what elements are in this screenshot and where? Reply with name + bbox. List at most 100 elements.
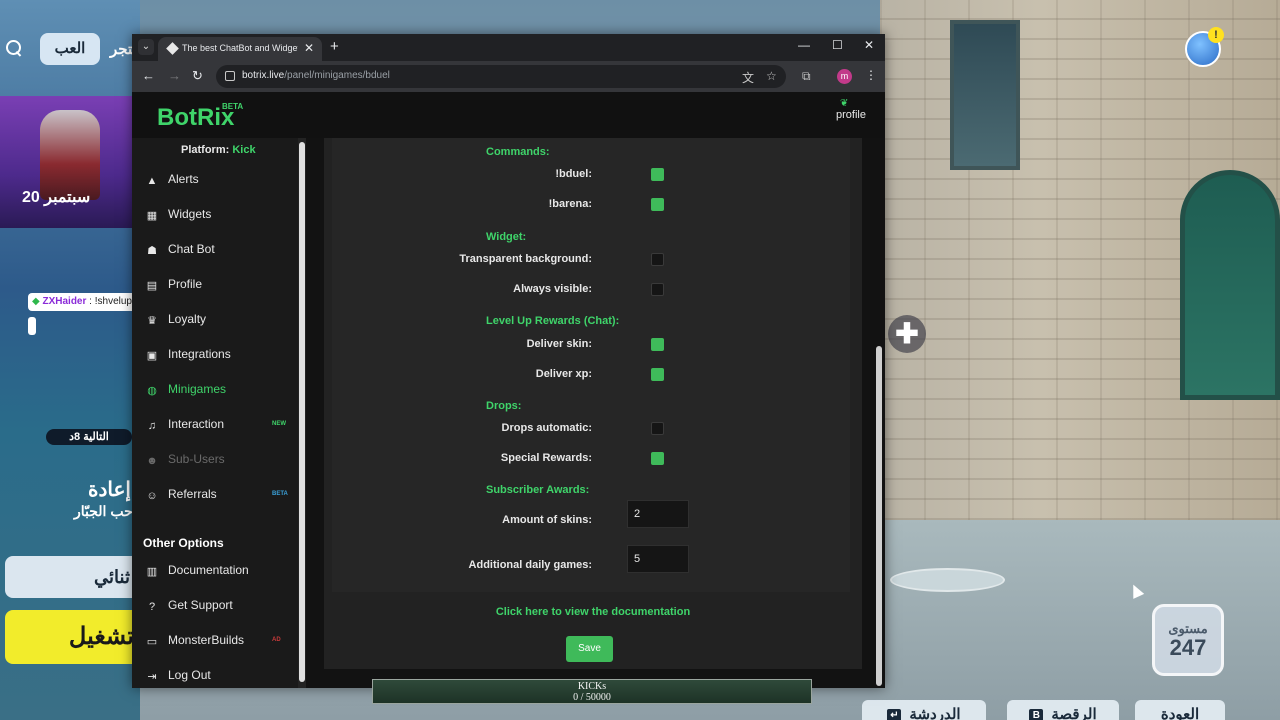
- search-icon[interactable]: [6, 40, 24, 58]
- sidebar-item-loyalty[interactable]: ♛ Loyalty: [146, 309, 296, 329]
- tab-search-icon[interactable]: ⌄: [138, 39, 154, 55]
- drops-heading: Drops:: [486, 400, 522, 412]
- sidebar-item-log-out[interactable]: ⇥ Log Out: [146, 665, 296, 685]
- maximize-icon[interactable]: ☐: [832, 38, 843, 52]
- sidebar-item-profile[interactable]: ▤ Profile: [146, 274, 296, 294]
- widget-heading: Widget:: [486, 231, 527, 243]
- levelup-heading: Level Up Rewards (Chat):: [486, 315, 620, 327]
- robot-icon: ☗: [147, 245, 157, 257]
- minimize-icon[interactable]: —: [798, 38, 810, 52]
- bottom-tab-chat[interactable]: ↵ الدردشة: [862, 700, 986, 720]
- beta-badge: BETA: [272, 491, 288, 497]
- deliver-skin-checkbox[interactable]: [651, 338, 664, 351]
- bottom-tab-label: العودة: [1160, 706, 1200, 720]
- alert-icon[interactable]: !: [1208, 27, 1224, 43]
- forward-icon[interactable]: →: [168, 68, 181, 83]
- sidebar-item-alerts[interactable]: ▲ Alerts: [146, 169, 296, 189]
- warning-icon: ▲: [146, 175, 158, 187]
- document-icon: ▥: [146, 566, 158, 578]
- reload-icon[interactable]: ↻: [192, 68, 203, 84]
- next-badge: التالية 8د: [46, 429, 132, 445]
- settings-card: Commands: !bduel: !barena: Widget: Trans…: [332, 138, 850, 592]
- duo-button[interactable]: ثنائي: [5, 556, 140, 598]
- sidebar-item-label: Chat Bot: [168, 242, 215, 256]
- sidebar-item-label: Widgets: [168, 207, 212, 221]
- address-bar[interactable]: botrix.live/panel/minigames/bduel 文 ☆: [216, 65, 786, 88]
- sidebar-item-chat-bot[interactable]: ☗ Chat Bot: [146, 239, 296, 259]
- logo-beta-badge: BETA: [222, 102, 244, 111]
- subscriber-awards-heading: Subscriber Awards:: [486, 484, 590, 496]
- daily-games-label: Additional daily games:: [468, 559, 592, 571]
- bottom-tab-emote[interactable]: B الرقصة: [1007, 700, 1119, 720]
- url-path: /panel/minigames/bduel: [284, 70, 390, 81]
- amount-of-skins-label: Amount of skins:: [502, 514, 592, 526]
- deliver-xp-label: Deliver xp:: [535, 368, 592, 380]
- page-scroll-thumb[interactable]: [876, 346, 882, 686]
- game-window: [950, 20, 1020, 170]
- game-tab-play[interactable]: العب: [40, 33, 100, 65]
- bottom-tab-back[interactable]: العودة: [1135, 700, 1225, 720]
- translate-icon[interactable]: 文: [742, 69, 754, 86]
- barena-checkbox[interactable]: [651, 198, 664, 211]
- kick-goal-bar: KICKs 0 / 50000: [372, 679, 812, 704]
- tab-close-icon[interactable]: ✕: [304, 41, 314, 55]
- tab-strip: ⌄ The best ChatBot and Widgets ✕ + — ☐ ✕: [132, 34, 885, 61]
- documentation-link[interactable]: Click here to view the documentation: [324, 606, 862, 618]
- back-icon[interactable]: ←: [142, 68, 155, 83]
- url-host: botrix.live: [242, 70, 285, 81]
- mode-title: إعادة: [88, 479, 131, 501]
- sidebar-item-get-support[interactable]: ? Get Support: [146, 595, 296, 615]
- sidebar-item-label: Get Support: [168, 598, 233, 612]
- new-tab-icon[interactable]: +: [330, 38, 339, 55]
- sidebar-item-interaction[interactable]: ♫ Interaction NEW: [146, 414, 296, 434]
- users-icon: ☻: [146, 455, 158, 467]
- save-button[interactable]: Save: [566, 636, 613, 662]
- sidebar-item-label: Log Out: [168, 668, 211, 682]
- browser-window: ⌄ The best ChatBot and Widgets ✕ + — ☐ ✕…: [132, 34, 885, 688]
- transparent-background-checkbox[interactable]: [651, 253, 664, 266]
- sidebar-item-documentation[interactable]: ▥ Documentation: [146, 560, 296, 580]
- barena-label: !barena:: [548, 198, 592, 210]
- sidebar-item-sub-users[interactable]: ☻ Sub-Users: [146, 449, 296, 469]
- special-rewards-checkbox[interactable]: [651, 452, 664, 465]
- sidebar-scroll-thumb[interactable]: [299, 142, 305, 682]
- drops-automatic-checkbox[interactable]: [651, 422, 664, 435]
- platform-indicator: Platform: Kick: [181, 144, 256, 156]
- browser-profile-avatar[interactable]: m: [837, 69, 852, 84]
- sidebar-item-minigames[interactable]: ◍ Minigames: [146, 379, 296, 399]
- browser-tab[interactable]: The best ChatBot and Widgets ✕: [158, 37, 322, 61]
- sidebar-item-widgets[interactable]: ▦ Widgets: [146, 204, 296, 224]
- plus-icon[interactable]: ✚: [888, 315, 926, 353]
- chat-user: ZXHaider: [42, 296, 87, 307]
- sidebar-item-label: Alerts: [168, 172, 199, 186]
- settings-panel: Commands: !bduel: !barena: Widget: Trans…: [324, 138, 862, 669]
- bookmark-star-icon[interactable]: ☆: [766, 69, 777, 83]
- url-text[interactable]: botrix.live/panel/minigames/bduel: [242, 70, 390, 81]
- sidebar-item-label: Minigames: [168, 382, 227, 396]
- close-icon[interactable]: ✕: [864, 38, 874, 52]
- deliver-xp-checkbox[interactable]: [651, 368, 664, 381]
- sidebar-item-label: Documentation: [168, 563, 249, 577]
- daily-games-input[interactable]: 5: [627, 545, 689, 573]
- always-visible-label: Always visible:: [513, 283, 592, 295]
- site-info-icon[interactable]: [225, 71, 235, 81]
- favicon-icon: [166, 42, 179, 55]
- sidebar-item-integrations[interactable]: ▣ Integrations: [146, 344, 296, 364]
- profile-link[interactable]: profile: [836, 109, 866, 121]
- sidebar-item-monsterbuilds[interactable]: ▭ MonsterBuilds AD: [146, 630, 296, 650]
- amount-of-skins-input[interactable]: 2: [627, 500, 689, 528]
- browser-menu-icon[interactable]: ⋮: [865, 68, 877, 82]
- bottom-tab-label: الرقصة: [1051, 706, 1097, 720]
- bduel-checkbox[interactable]: [651, 168, 664, 181]
- always-visible-checkbox[interactable]: [651, 283, 664, 296]
- referral-icon: ☺: [146, 490, 158, 502]
- sidebar-item-referrals[interactable]: ☺ Referrals BETA: [146, 484, 296, 504]
- app-header: BotRix BETA ❦ profile: [132, 92, 885, 138]
- extensions-icon[interactable]: ⧉: [802, 69, 811, 84]
- web-page: BotRix BETA ❦ profile Platform: Kick ▲ Al…: [132, 92, 885, 688]
- level-badge: مستوى 247: [1152, 604, 1224, 676]
- transparent-background-label: Transparent background:: [459, 253, 592, 265]
- play-button[interactable]: تشغيل: [5, 610, 140, 664]
- kick-goal-count: 0 / 50000: [573, 692, 611, 703]
- enter-key-icon: ↵: [887, 709, 902, 720]
